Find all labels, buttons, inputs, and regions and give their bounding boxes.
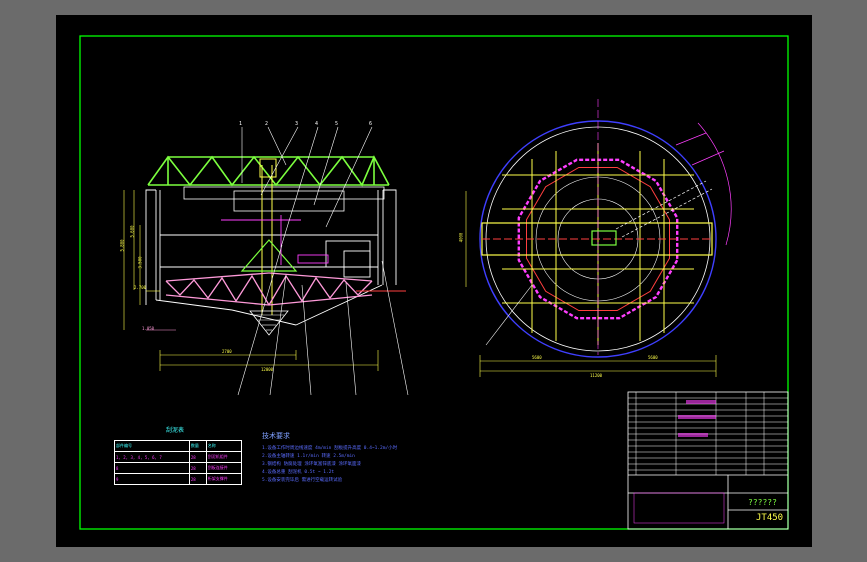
legend-cell: 8 xyxy=(114,462,190,474)
section-view: 1 2 3 4 5 6 xyxy=(123,121,409,396)
legend-cell: 1, 2, 3, 4, 5, 6, 7 xyxy=(114,451,190,463)
dim-label: 3.500 xyxy=(137,256,143,269)
tech-note-line: 4.设备总重 刮泥机 0.5t ~ 1.2t xyxy=(262,470,335,475)
dim-label: 5600 xyxy=(648,355,658,360)
tech-note-line: 3.钢结构 防腐处理 涂环氧富锌底漆 涂环氧面漆 xyxy=(262,462,362,467)
dim-label: 11200 xyxy=(590,373,603,378)
dim-label: 4000 xyxy=(458,232,464,243)
legend-cell: 28 xyxy=(188,451,207,463)
legend-header: 名称 xyxy=(205,440,243,452)
svg-text:4: 4 xyxy=(315,121,318,127)
dim-label: 1.050 xyxy=(142,326,155,331)
svg-text:3: 3 xyxy=(295,121,298,127)
legend-caption: 刮泥表 xyxy=(166,427,185,434)
dim-label: 12000 xyxy=(261,367,274,372)
tech-note-line: 2.设备主轴转速 1.1r/min 转速 2.5m/min xyxy=(262,454,355,459)
tech-note-line: 5.设备安装完毕后 需进行空载运转试验 xyxy=(262,478,343,483)
drawing-number: JT450 xyxy=(756,513,784,523)
svg-text:5: 5 xyxy=(335,121,338,127)
dimension-lines xyxy=(123,190,379,371)
legend-header: 部件编号 xyxy=(114,440,190,452)
svg-text:6: 6 xyxy=(369,121,372,127)
legend-cell: 9 xyxy=(114,473,190,485)
tech-note-line: 1.设备工作时周边线速度 4m/min 刮板提升高度 0.4~1.2m/小时 xyxy=(262,446,398,451)
dim-label: 5.600 xyxy=(129,225,135,238)
legend-cell: 桁架支撑件 xyxy=(205,473,243,485)
svg-text:2: 2 xyxy=(265,121,268,127)
legend-cell: 刮板连接件 xyxy=(205,462,243,474)
legend-header: 数量 xyxy=(188,440,207,452)
drawing-canvas: 1 2 3 4 5 6 ?????? JT450 技术要求 1.设备工作时周边线速度 4… xyxy=(56,15,812,547)
dim-label: 2.700 xyxy=(134,285,147,290)
title-text: ?????? xyxy=(748,498,777,507)
dim-label: 5.800 xyxy=(119,239,125,252)
svg-text:1: 1 xyxy=(239,121,242,127)
dim-label: 5600 xyxy=(532,355,542,360)
tech-notes-heading: 技术要求 xyxy=(262,432,290,440)
dim-label: 2700 xyxy=(222,349,232,354)
legend-cell: 刮泥机组件 xyxy=(205,451,243,463)
title-block xyxy=(627,391,789,530)
tech-notes: 技术要求 1.设备工作时周边线速度 4m/min 刮板提升高度 0.4~1.2m… xyxy=(262,431,432,485)
plan-view xyxy=(465,99,732,377)
legend-cell: 28 xyxy=(188,462,207,474)
legend-table: 部件编号 数量 名称 1, 2, 3, 4, 5, 6, 7 28 刮泥机组件 … xyxy=(114,440,243,485)
legend-cell: 28 xyxy=(188,473,207,485)
